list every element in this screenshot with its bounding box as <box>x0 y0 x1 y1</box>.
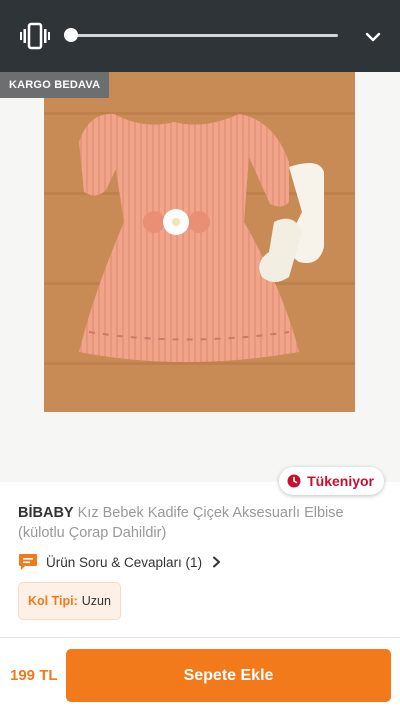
top-bar <box>0 0 400 72</box>
brand-name[interactable]: BİBABY <box>18 505 74 521</box>
divider <box>0 637 400 638</box>
price: 199 TL <box>10 667 58 684</box>
stock-status-label: Tükeniyor <box>307 473 374 489</box>
add-to-cart-button[interactable]: Sepete Ekle <box>66 649 391 702</box>
chevron-right-icon <box>213 556 221 568</box>
qa-link[interactable]: Ürün Soru & Cevapları (1) <box>18 551 221 573</box>
qa-label: Ürün Soru & Cevapları (1) <box>46 554 203 570</box>
chat-bubble-icon <box>19 554 37 570</box>
media-progress-track[interactable] <box>71 34 338 37</box>
stock-status-badge: Tükeniyor <box>279 467 384 495</box>
clock-icon <box>287 474 301 488</box>
media-progress-thumb[interactable] <box>64 28 78 42</box>
sleeve-type-attribute: Kol Tipi: Uzun <box>18 582 121 620</box>
attribute-key: Kol Tipi: <box>28 594 78 608</box>
chevron-down-icon[interactable] <box>363 27 383 47</box>
attribute-value: Uzun <box>81 594 111 608</box>
free-shipping-badge: KARGO BEDAVA <box>0 72 110 98</box>
vibrate-icon[interactable] <box>20 22 50 50</box>
product-title: BİBABY Kız Bebek Kadife Çiçek Aksesuarlı… <box>18 503 384 543</box>
product-photo[interactable] <box>44 72 355 412</box>
